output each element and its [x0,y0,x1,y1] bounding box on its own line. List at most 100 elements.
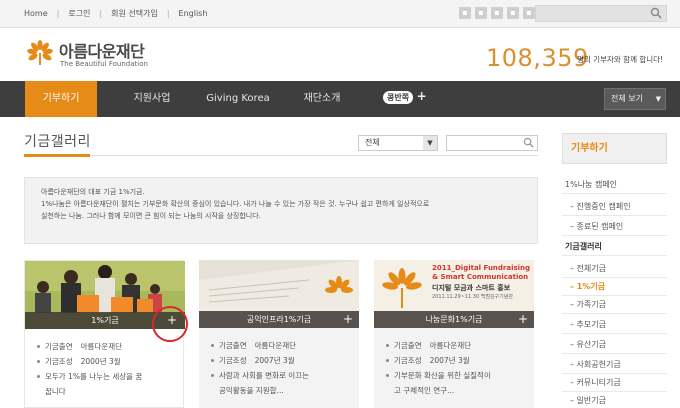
detail-value: 2007년 3월 [254,356,295,365]
fund-card-details: 기금출연 아름다운재단 기금조성 2007년 3월 기부문화 확산을 위한 실질적이… [386,338,491,398]
detail-donor: 기금출연 아름다운재단 [37,339,142,354]
poster-title: 2011_Digital Fundraising [432,264,531,272]
detail-key: 기금조성 [394,356,422,365]
sidebar-item-1pct-fund[interactable]: – 1%기금 [562,278,667,296]
page-title: 기금갤러리 [24,134,91,150]
detail-key: 기금조성 [219,356,247,365]
bean-label: 콩반쪽 [383,91,414,104]
brand-name[interactable]: 아름다운재단 [59,38,145,62]
desc-line: 모두가 1%를 나누는 세상을 꿈 [45,372,143,381]
english-link[interactable]: English [179,9,208,18]
brand-name-english: The Beautiful Foundation [60,60,148,68]
sidebar-item-ongoing[interactable]: – 진행중인 캠페인 [562,198,667,216]
desc-line: 고 구체적인 연구... [394,386,455,395]
fund-card-label: 공익인프라1%기금 [199,311,359,328]
detail-value: 2000년 3월 [80,357,121,366]
detail-value: 아름다운재단 [254,341,297,350]
intro-box: 아름다운재단의 대표 기금 1%기금. 1%나눔은 아름다운재단이 펼치는 기부… [24,177,538,244]
nav-item-support[interactable]: 지원사업 [107,81,197,117]
social-icons: ▪ ▪ ▪ ▪ ▪ [459,7,535,19]
detail-key: 기금조성 [45,357,73,366]
poster-subtitle: & Smart Communication [432,273,529,281]
sidebar-item-ended[interactable]: – 종료된 캠페인 [562,218,667,236]
fund-card-infra[interactable]: 공익인프라1%기금 + 기금출연 아름다운재단 기금조성 2007년 3월 사람과 … [199,260,359,408]
detail-value: 아름다운재단 [429,341,472,350]
highlight-circle [152,306,188,342]
desc-line: 공익활동을 지원합... [219,386,284,395]
plus-icon[interactable]: + [343,311,353,328]
intro-line: 아름다운재단의 대표 기금 1%기금. [41,188,145,196]
detail-desc: 기부문화 확산을 위한 실질적이고 구체적인 연구... [386,368,491,398]
detail-date: 기금조성 2000년 3월 [37,354,142,369]
detail-date: 기금조성 2007년 3월 [211,353,309,368]
twitter-icon[interactable]: ▪ [475,7,487,19]
desc-line: 사람과 사회를 변화로 이끄는 [219,371,309,380]
sidebar-item-memorial-fund[interactable]: – 추모기금 [562,316,667,334]
fund-card-details: 기금출연 아름다운재단 기금조성 2007년 3월 사람과 사회를 변화로 이끄는공… [211,338,309,398]
sidebar-item-general-fund[interactable]: – 일반기금 [562,392,667,408]
title-underline [24,154,90,157]
detail-date: 기금조성 2007년 3월 [386,353,491,368]
login-link[interactable]: 로그인 [68,8,90,19]
social-icon[interactable]: ▪ [459,7,471,19]
link-separator: | [56,9,60,18]
donor-counter-text: 명의 기부자와 함께 합니다! [577,55,664,64]
sidebar-item-family-fund[interactable]: – 가족기금 [562,296,667,314]
detail-value: 아름다운재단 [80,342,123,351]
sidebar-item-campaign[interactable]: 1%나눔 캠페인 [562,176,667,194]
link-separator: | [166,9,170,18]
rss-icon[interactable]: ▪ [523,7,535,19]
detail-key: 기금출연 [394,341,422,350]
intro-line: 1%나눔은 아름다운재단이 펼치는 기부문화 확산의 중심이 있습니다. 내가 … [41,200,430,208]
sidebar-heading[interactable]: 기부하기 [562,133,667,164]
top-links: Home | 로그인 | 회원 선택가입 | English [24,8,207,19]
detail-key: 기금출연 [219,341,247,350]
detail-desc: 사람과 사회를 변화로 이끄는공익활동을 지원합... [211,368,309,398]
fund-card-culture[interactable]: 2011_Digital Fundraising & Smart Communi… [374,260,534,408]
content-search-input[interactable] [446,135,538,151]
title-divider [24,155,538,156]
leaf-icon [382,268,422,308]
search-icon[interactable] [523,137,534,148]
desc-line: 기부문화 확산을 위한 실질적이 [394,371,491,380]
signup-link[interactable]: 회원 선택가입 [111,8,158,19]
sidebar-item-csr-fund[interactable]: – 사회공헌기금 [562,356,667,374]
plus-icon: + [416,89,427,103]
nav-item-donate[interactable]: 기부하기 [25,81,97,117]
fund-card-label: 나눔문화1%기금 [374,311,534,328]
plus-icon[interactable]: + [518,311,528,328]
facebook-icon[interactable]: ▪ [491,7,503,19]
top-search-input[interactable] [535,5,667,22]
detail-value: 2007년 3월 [429,356,470,365]
poster-date: 2011.11.29~11.30 백범김구기념관 [432,294,513,300]
blog-icon[interactable]: ▪ [507,7,519,19]
nav-item-bean[interactable]: 콩반쪽 + [383,89,427,104]
main-nav: 기부하기 지원사업 Giving Korea 재단소개 콩반쪽 + [0,81,680,117]
sidebar-item-community-fund[interactable]: – 커뮤니티기금 [562,374,667,392]
intro-line: 실천하는 나눔. 그러나 함께 모이면 큰 힘이 되는 나눔의 시작을 상징합니… [41,212,261,220]
view-all-select[interactable]: 전체 보기 ▼ [604,88,666,110]
fund-card-details: 기금출연 아름다운재단 기금조성 2000년 3월 모두가 1%를 나누는 세상을 … [37,339,142,399]
chevron-down-icon: ▼ [423,136,437,150]
nav-item-giving-korea[interactable]: Giving Korea [197,81,279,117]
chevron-down-icon: ▼ [655,95,661,103]
foundation-logo-icon[interactable] [25,38,55,68]
home-link[interactable]: Home [24,9,48,18]
desc-line: 꿉니다 [45,387,66,396]
nav-item-about[interactable]: 재단소개 [279,81,365,117]
poster-korean-title: 디지털 모금과 스마트 홍보 [432,284,511,292]
sidebar-item-legacy-fund[interactable]: – 유산기금 [562,336,667,354]
view-all-label: 전체 보기 [611,94,643,103]
donor-counter: 108,359 [486,44,589,72]
category-filter-select[interactable]: 전체 ▼ [358,135,438,151]
top-utility-bar: Home | 로그인 | 회원 선택가입 | English ▪ ▪ ▪ ▪ ▪ [0,0,680,28]
filter-value: 전체 [365,138,380,147]
detail-donor: 기금출연 아름다운재단 [211,338,309,353]
link-separator: | [99,9,103,18]
detail-key: 기금출연 [45,342,73,351]
detail-donor: 기금출연 아름다운재단 [386,338,491,353]
sidebar-item-gallery[interactable]: 기금갤러리 [562,238,667,256]
sidebar-item-all-funds[interactable]: – 전체기금 [562,260,667,278]
search-icon[interactable] [650,7,662,19]
detail-desc: 모두가 1%를 나누는 세상을 꿈꿉니다 [37,369,142,399]
